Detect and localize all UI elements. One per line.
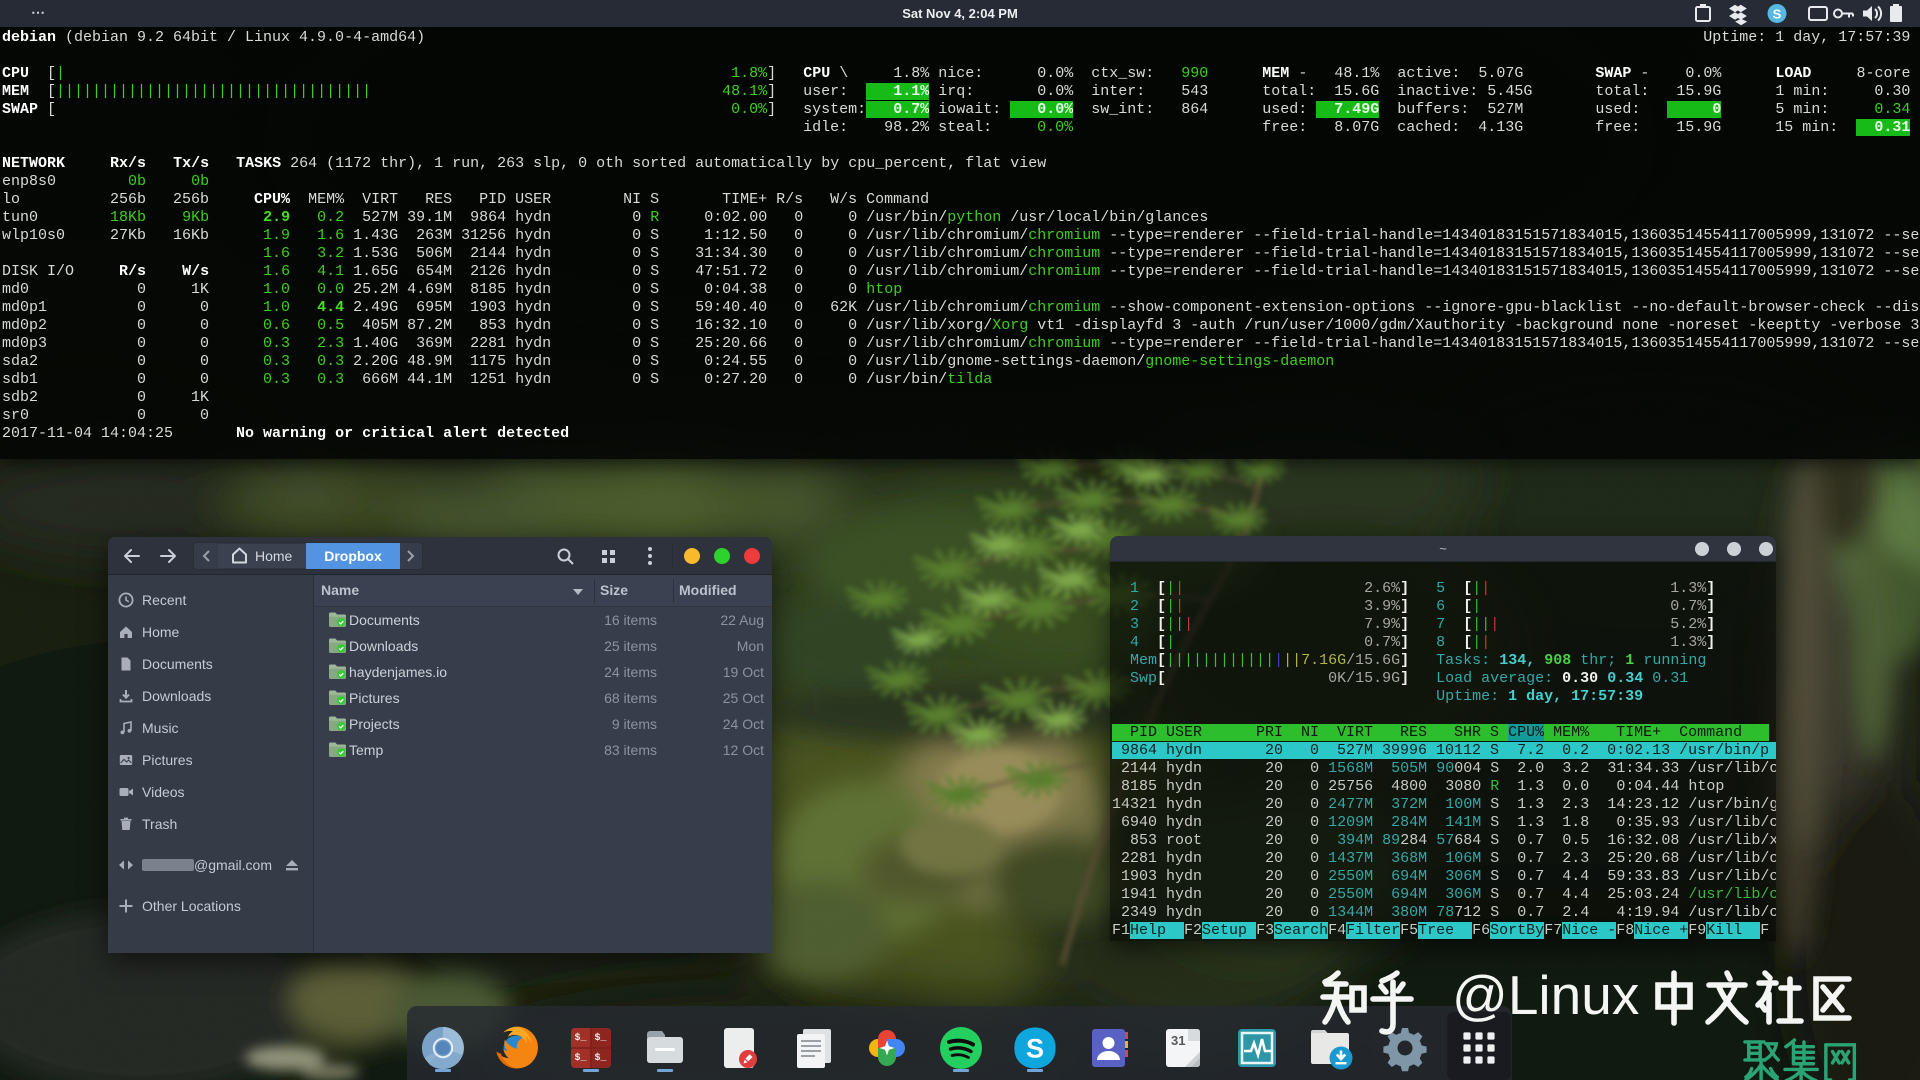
svg-text:S: S	[1026, 1034, 1044, 1064]
svg-text:31: 31	[1171, 1033, 1185, 1048]
svg-text:Dropbox: Dropbox	[324, 548, 382, 564]
svg-text:$_: $_	[575, 1052, 588, 1064]
svg-text:S: S	[1773, 6, 1782, 21]
svg-text:$_: $_	[595, 1032, 608, 1044]
svg-text:$_: $_	[575, 1032, 588, 1044]
svg-text:$_: $_	[595, 1052, 608, 1064]
svg-text:Home: Home	[255, 548, 293, 564]
